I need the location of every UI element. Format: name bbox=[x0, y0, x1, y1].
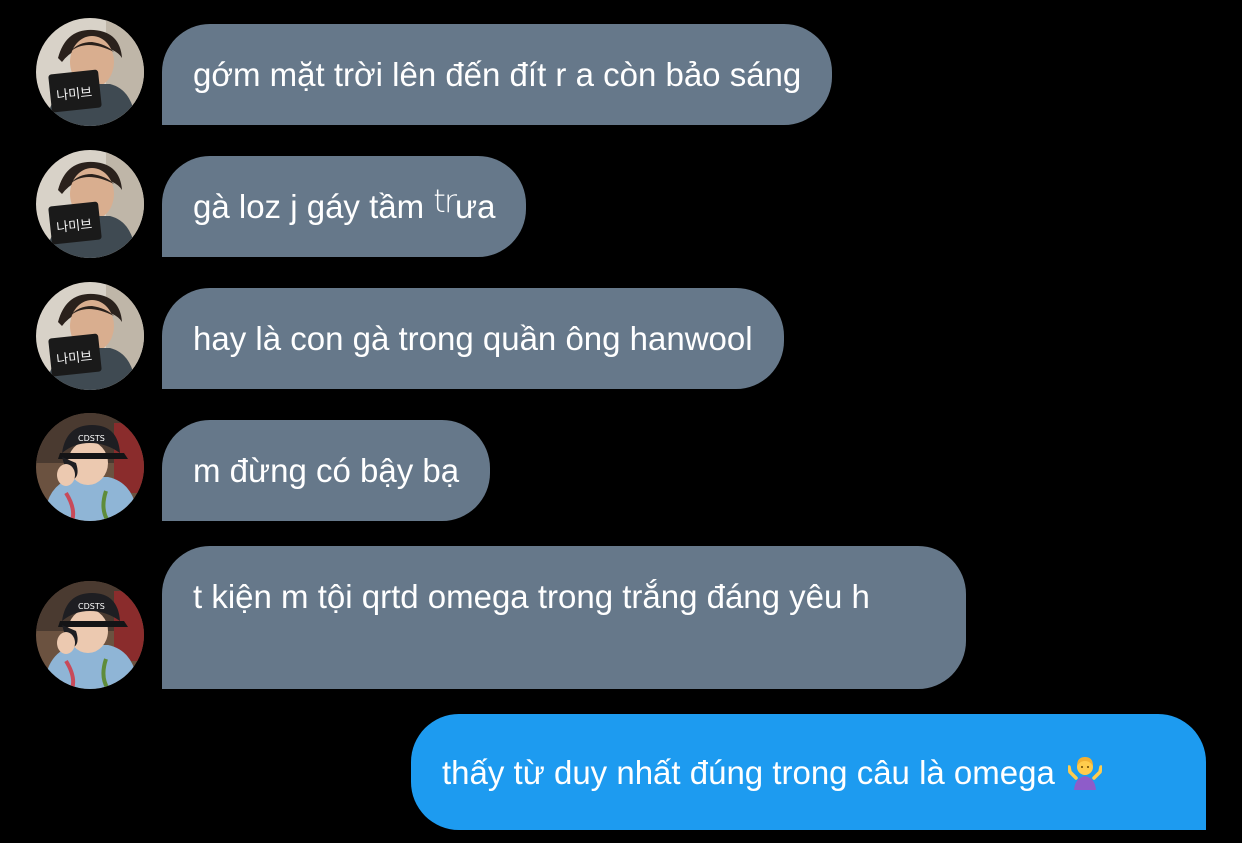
avatar-name-card-icon bbox=[36, 150, 144, 258]
message-text: thấy từ duy nhất đúng trong câu là omega bbox=[442, 754, 1055, 791]
avatar-cap-boy-icon bbox=[36, 413, 144, 521]
avatar[interactable] bbox=[36, 150, 144, 258]
message-bubble-incoming[interactable]: gà loz j gáy tầm trưa bbox=[162, 156, 527, 257]
message-bubble-incoming[interactable]: gớm mặt trời lên đến đít r a còn bảo sán… bbox=[162, 24, 833, 125]
message-text: hay là con gà trong quần ông hanwool bbox=[193, 320, 753, 357]
message-text: t kiện m tội qrtd omega trong trắng đáng… bbox=[193, 578, 870, 615]
message-bubble-outgoing[interactable]: thấy từ duy nhất đúng trong câu là omega bbox=[411, 714, 1206, 830]
message-bubble-incoming[interactable]: t kiện m tội qrtd omega trong trắng đáng… bbox=[162, 546, 966, 689]
message-bubble-incoming[interactable]: hay là con gà trong quần ông hanwool bbox=[162, 288, 784, 389]
message-text: gà loz j gáy tầm bbox=[193, 188, 434, 225]
message-text-handwritten: tr bbox=[433, 182, 457, 220]
avatar-name-card-icon bbox=[36, 282, 144, 390]
avatar[interactable] bbox=[36, 413, 144, 521]
person-shrugging-emoji bbox=[1068, 757, 1103, 790]
message-text: m đừng có bậy bạ bbox=[193, 452, 460, 489]
avatar[interactable] bbox=[36, 18, 144, 126]
message-bubble-incoming[interactable]: m đừng có bậy bạ bbox=[162, 420, 491, 521]
avatar[interactable] bbox=[36, 282, 144, 390]
avatar[interactable] bbox=[36, 581, 144, 689]
message-text: ưa bbox=[454, 188, 496, 225]
avatar-cap-boy-icon bbox=[36, 581, 144, 689]
message-text: gớm mặt trời lên đến đít r a còn bảo sán… bbox=[193, 56, 802, 93]
avatar-name-card-icon bbox=[36, 18, 144, 126]
